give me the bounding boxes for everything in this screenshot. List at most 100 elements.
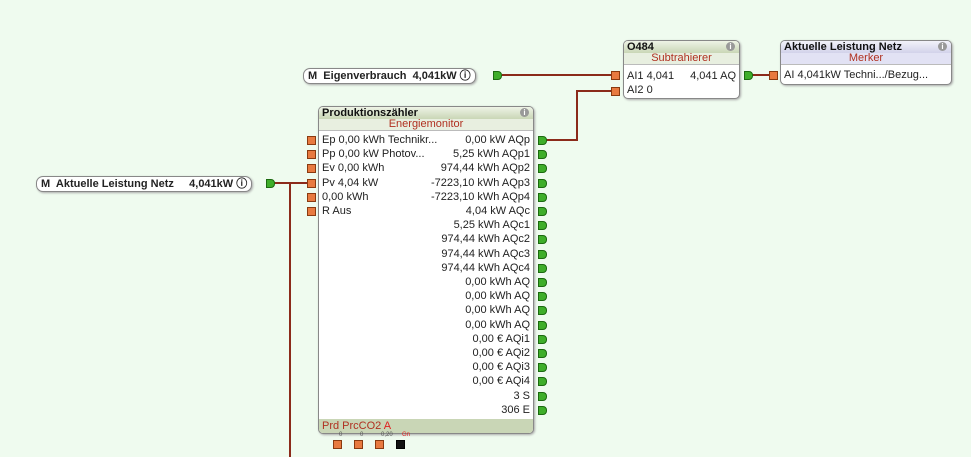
output-label: 0,00 € AQi4 [472, 375, 531, 388]
output-port[interactable] [538, 306, 547, 316]
wire [544, 139, 578, 141]
output-port[interactable] [493, 71, 502, 80]
info-icon[interactable]: i [938, 42, 947, 51]
output-port[interactable] [538, 292, 547, 302]
parameter-value: 0 [339, 432, 343, 438]
output-label: 974,44 kWh AQc3 [441, 247, 530, 260]
input-port[interactable] [769, 71, 778, 80]
wire [289, 182, 291, 457]
input-label: Pp 0,00 kW Photov... [322, 148, 425, 161]
input-port[interactable] [307, 164, 316, 174]
input-label: AI1 4,041 [627, 70, 675, 82]
output-port[interactable] [538, 207, 547, 216]
input-label: Ev 0,00 kWh [322, 162, 385, 175]
input-label: 0,00 kWh [322, 190, 369, 203]
block-title: Produktionszähler [322, 107, 418, 119]
output-port[interactable] [538, 235, 547, 245]
output-label: 5,25 kWh AQc1 [453, 219, 530, 232]
block-footer: Prd PrcCO2 A [319, 419, 533, 433]
parameter-port[interactable] [333, 440, 342, 449]
memory-flag-eigenverbrauch[interactable]: M Eigenverbrauch 4,041kW ⓘ [303, 68, 476, 84]
input-label: AI2 0 [627, 84, 653, 96]
parameter-port[interactable] [396, 440, 405, 449]
energiemonitor-block[interactable]: Produktionszähler i Energiemonitor Prd Pr… [318, 106, 534, 434]
block-type: Merker [781, 53, 951, 65]
info-icon[interactable]: i [726, 42, 735, 51]
output-port[interactable] [538, 405, 547, 415]
block-type: Subtrahierer [624, 53, 739, 65]
output-port[interactable] [538, 320, 547, 330]
block-title: O484 [627, 41, 654, 53]
output-label: 974,44 kWh AQc4 [441, 261, 530, 274]
output-label: 0,00 € AQi3 [472, 361, 531, 374]
footer-params: Prd PrcCO2 [322, 420, 382, 432]
output-label: 0,00 kW AQp [465, 134, 530, 146]
input-port[interactable] [611, 71, 620, 80]
flag-prefix: M [308, 70, 318, 82]
output-port[interactable] [744, 71, 753, 80]
wire [576, 90, 612, 92]
parameter-value: 0 [360, 432, 364, 438]
output-label: 0,00 € AQi2 [472, 347, 531, 359]
output-label: 3 S [513, 389, 530, 402]
flag-value: 4,041kW [412, 70, 457, 82]
block-type: Energiemonitor [319, 119, 533, 131]
flag-value: 4,041kW [189, 178, 234, 190]
output-port[interactable] [538, 164, 547, 174]
input-port[interactable] [611, 87, 620, 96]
output-label: 4,041 AQ [690, 70, 736, 82]
output-label: 0,00 € AQi1 [472, 332, 531, 345]
output-label: 0,00 kWh AQ [465, 318, 530, 331]
output-port[interactable] [538, 278, 547, 287]
flag-name: Aktuelle Leistung Netz [55, 178, 174, 190]
output-label: -7223,10 kWh AQp4 [430, 190, 530, 203]
output-port[interactable] [538, 136, 547, 145]
output-port[interactable] [538, 192, 547, 202]
output-label: 4,04 kW AQc [465, 205, 530, 217]
output-port[interactable] [538, 150, 547, 160]
output-port[interactable] [538, 349, 547, 358]
output-port[interactable] [538, 221, 547, 231]
input-port[interactable] [307, 136, 316, 145]
input-port[interactable] [307, 192, 316, 202]
flag-prefix: M [41, 178, 51, 190]
output-port[interactable] [538, 249, 547, 259]
output-label: -7223,10 kWh AQp3 [430, 176, 530, 189]
wire [502, 74, 612, 76]
wire [576, 90, 578, 141]
output-port[interactable] [538, 334, 547, 344]
output-port[interactable] [266, 179, 275, 188]
output-port[interactable] [538, 178, 547, 188]
input-label: R Aus [322, 205, 352, 217]
output-port[interactable] [538, 363, 547, 373]
parameter-port[interactable] [354, 440, 363, 449]
output-label: 5,25 kWh AQp1 [452, 148, 530, 161]
info-icon[interactable]: ⓘ [236, 178, 247, 190]
input-port[interactable] [307, 207, 316, 216]
output-label: 974,44 kWh AQp2 [440, 162, 530, 175]
block-title: Aktuelle Leistung Netz [784, 41, 902, 53]
parameter-value: 0,20 [381, 432, 393, 438]
output-port[interactable] [538, 377, 547, 387]
input-label: Pv 4,04 kW [322, 176, 379, 189]
output-port[interactable] [538, 391, 547, 401]
memory-flag-netz[interactable]: M Aktuelle Leistung Netz 4,041kW ⓘ [36, 176, 253, 192]
input-label: AI 4,041kW Techni.../Bezug... [784, 69, 929, 81]
output-label: 0,00 kWh AQ [465, 276, 530, 288]
info-icon[interactable]: ⓘ [460, 70, 471, 82]
output-label: 0,00 kWh AQ [465, 304, 530, 317]
input-port[interactable] [307, 178, 316, 188]
parameter-port[interactable] [375, 440, 384, 449]
input-port[interactable] [307, 150, 316, 160]
output-port[interactable] [538, 263, 547, 273]
parameter-value: Gn [402, 432, 411, 438]
input-label: Ep 0,00 kWh Technikr... [322, 134, 438, 146]
merker-block[interactable]: Aktuelle Leistung Netz i Merker AI 4,041k… [780, 40, 952, 85]
output-label: 0,00 kWh AQ [465, 290, 530, 303]
info-icon[interactable]: i [520, 108, 529, 117]
output-label: 306 E [501, 403, 530, 416]
flag-name: Eigenverbrauch [323, 70, 407, 82]
output-label: 974,44 kWh AQc2 [441, 233, 530, 246]
subtrahierer-block[interactable]: O484 i Subtrahierer AI1 4,041 4,041 AQ AI… [623, 40, 740, 99]
footer-flag: A [383, 420, 392, 432]
